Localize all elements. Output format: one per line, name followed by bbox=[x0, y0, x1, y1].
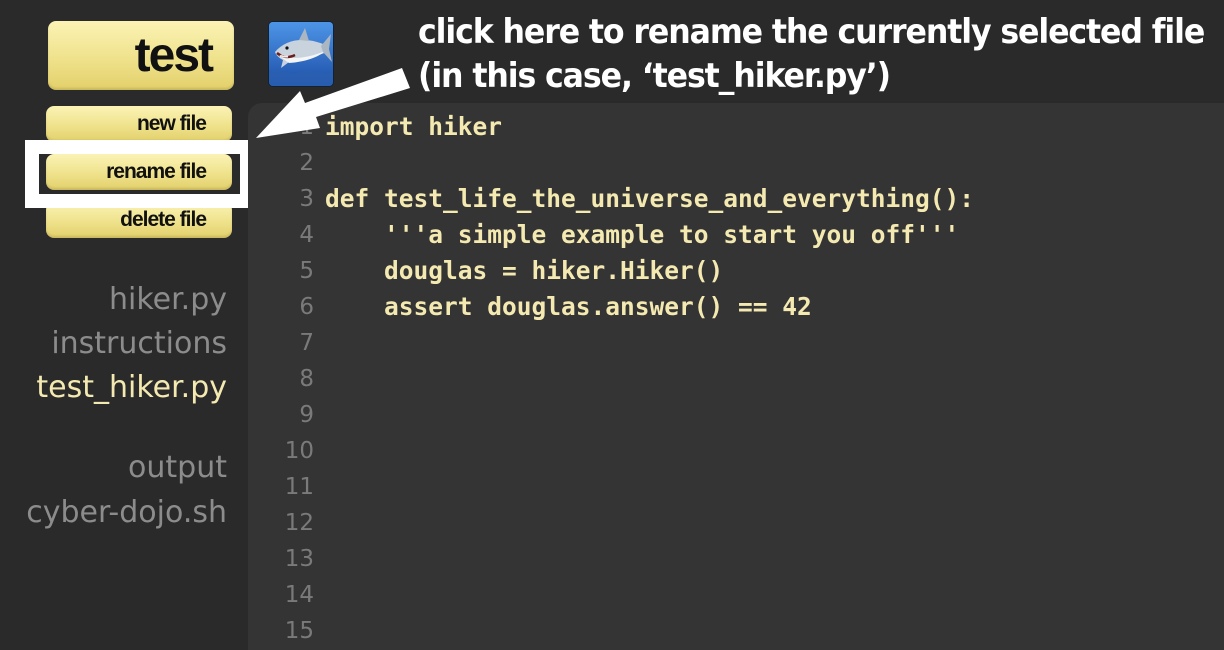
line-number: 15 bbox=[284, 618, 314, 644]
line-number: 2 bbox=[299, 150, 314, 176]
file-output[interactable]: output bbox=[128, 450, 227, 485]
line-number: 14 bbox=[284, 582, 314, 608]
code-line: '''a simple example to start you off''' bbox=[325, 220, 960, 249]
line-number: 13 bbox=[284, 546, 314, 572]
delete-file-button[interactable]: delete file bbox=[46, 202, 232, 238]
code-line: douglas = hiker.Hiker() bbox=[325, 256, 724, 285]
code-editor[interactable]: 1 2 3 4 5 6 7 8 9 10 11 12 13 14 15 impo… bbox=[248, 103, 1224, 650]
annotation-line-2: (in this case, ‘test_hiker.py’) bbox=[418, 56, 891, 96]
line-number: 1 bbox=[299, 114, 314, 140]
line-number: 6 bbox=[299, 294, 314, 320]
line-number: 10 bbox=[284, 438, 314, 464]
line-number: 9 bbox=[299, 402, 314, 428]
cyber-dojo-page: test new file rename file delete file hi… bbox=[0, 0, 1224, 650]
file-cyber-dojo-sh[interactable]: cyber-dojo.sh bbox=[26, 495, 227, 530]
line-number: 8 bbox=[299, 366, 314, 392]
line-number: 11 bbox=[284, 474, 314, 500]
file-hiker-py[interactable]: hiker.py bbox=[109, 282, 227, 317]
file-instructions[interactable]: instructions bbox=[51, 326, 227, 361]
line-number: 4 bbox=[299, 222, 314, 248]
annotation-line-1: click here to rename the currently selec… bbox=[418, 12, 1205, 52]
new-file-button[interactable]: new file bbox=[46, 106, 232, 142]
code-line: assert douglas.answer() == 42 bbox=[325, 292, 812, 321]
rename-file-button[interactable]: rename file bbox=[46, 154, 232, 190]
line-number: 3 bbox=[299, 186, 314, 212]
code-line: def test_life_the_universe_and_everythin… bbox=[325, 184, 975, 213]
file-test-hiker-py[interactable]: test_hiker.py bbox=[36, 370, 227, 405]
code-line: import hiker bbox=[325, 112, 503, 141]
kata-name-button[interactable]: test bbox=[48, 21, 234, 90]
shark-icon bbox=[269, 22, 333, 86]
line-number: 12 bbox=[284, 510, 314, 536]
avatar[interactable] bbox=[269, 22, 333, 86]
line-number: 5 bbox=[299, 258, 314, 284]
line-number: 7 bbox=[299, 330, 314, 356]
